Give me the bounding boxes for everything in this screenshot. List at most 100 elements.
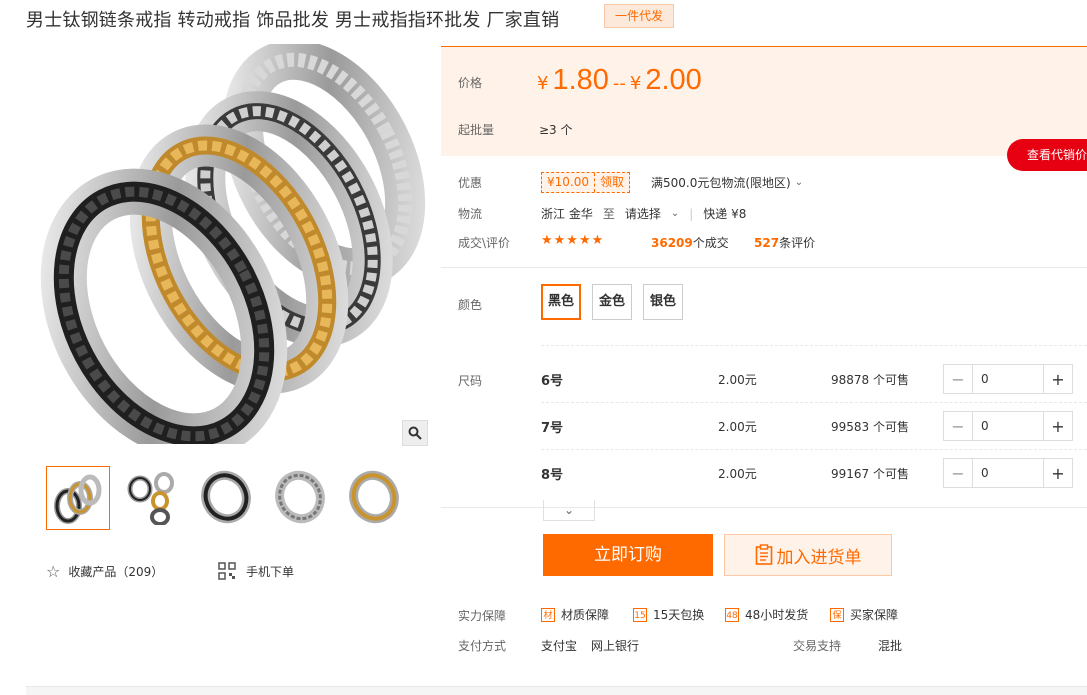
- logistics-label: 物流: [458, 207, 483, 221]
- moq-value: ≥3 个: [539, 123, 573, 137]
- coupon-claim[interactable]: 领取: [594, 173, 629, 192]
- size-stock-8: 99167 个可售: [831, 467, 909, 481]
- ship-to-word: 至: [602, 207, 615, 221]
- shield-icon: 保: [830, 607, 844, 622]
- reviews-suffix: 条评价: [779, 236, 816, 250]
- section-divider: [441, 267, 1087, 268]
- buy-now-button[interactable]: 立即订购: [543, 534, 713, 576]
- size-stock-7: 99583 个可售: [831, 420, 909, 434]
- size-label: 尺码: [458, 374, 483, 388]
- section-divider: [541, 345, 1087, 346]
- thumbnail-4[interactable]: [268, 466, 332, 528]
- chevron-down-icon: ⌄: [670, 208, 680, 219]
- plus-icon[interactable]: +: [1043, 412, 1072, 440]
- color-option-silver[interactable]: 银色: [643, 284, 683, 320]
- ship-to-select[interactable]: 请选择 ⌄: [625, 205, 679, 222]
- shipping-offer-text: 满500.0元包物流(限地区): [651, 176, 791, 190]
- moq-label: 起批量: [458, 123, 495, 137]
- guarantee-shipping-text: 48小时发货: [745, 608, 809, 622]
- guarantee-label: 实力保障: [458, 609, 507, 623]
- size-stock-6: 98878 个可售: [831, 373, 909, 387]
- price-panel: [441, 46, 1087, 156]
- coupon-badge[interactable]: ¥10.00 领取: [541, 172, 631, 193]
- color-option-gold[interactable]: 金色: [592, 284, 632, 320]
- color-label: 颜色: [458, 298, 483, 312]
- section-divider: [441, 507, 1087, 508]
- guarantee-material-text: 材质保障: [561, 608, 610, 622]
- thumbnail-2[interactable]: [120, 466, 184, 528]
- zoom-icon: [408, 426, 422, 440]
- quantity-input-6[interactable]: 0: [973, 365, 1043, 393]
- chevron-down-icon: ⌄: [794, 177, 804, 188]
- favorite-label: 收藏产品（209）: [68, 565, 164, 579]
- express-fee: 快递 ¥8: [703, 207, 747, 221]
- size-name-7: 7号: [541, 421, 564, 436]
- quantity-input-8[interactable]: 0: [973, 459, 1043, 487]
- ship-to-select-label: 请选择: [624, 207, 661, 221]
- payment-label: 支付方式: [458, 639, 507, 653]
- size-price-6: 2.00元: [718, 373, 757, 387]
- add-to-cart-button[interactable]: 加入进货单: [724, 534, 892, 576]
- size-name-6: 6号: [541, 374, 564, 389]
- payment-alipay: 支付宝: [541, 639, 578, 653]
- divider: |: [689, 206, 694, 221]
- logistics-row: 浙江 金华 至 请选择 ⌄ | 快递 ¥8: [541, 205, 746, 222]
- plus-icon[interactable]: +: [1043, 459, 1072, 487]
- price-range: ¥ 1.80 -- ¥ 2.00: [537, 64, 702, 97]
- mobile-order[interactable]: 手机下单: [218, 562, 294, 580]
- trade-support-label: 交易支持: [793, 639, 842, 653]
- exchange-icon: 15: [633, 607, 647, 622]
- dropship-tag[interactable]: 一件代发: [604, 4, 675, 28]
- size-price-8: 2.00元: [718, 467, 757, 481]
- guarantee-exchange-text: 15天包换: [653, 608, 705, 622]
- thumbnail-1[interactable]: [46, 466, 110, 530]
- promo-label: 优惠: [458, 176, 483, 190]
- cart-list-icon: [755, 544, 772, 565]
- deals-label: 成交\评价: [458, 236, 511, 250]
- orders-count-row[interactable]: 36209个成交: [651, 234, 729, 251]
- shipping-icon: 48: [725, 607, 739, 622]
- rating-stars: ★★★★★: [541, 233, 605, 248]
- add-to-cart-label: 加入进货单: [776, 547, 862, 568]
- guarantee-buyer[interactable]: 保 买家保障: [830, 606, 898, 623]
- price-separator: --: [612, 73, 626, 94]
- payment-online-bank: 网上银行: [591, 639, 640, 653]
- minus-icon[interactable]: −: [944, 459, 973, 487]
- view-agent-price-button[interactable]: 查看代销价: [1007, 139, 1087, 171]
- mobile-order-label: 手机下单: [246, 564, 295, 579]
- orders-suffix: 个成交: [692, 236, 729, 250]
- thumbnail-3[interactable]: [194, 466, 258, 528]
- guarantee-shipping[interactable]: 48 48小时发货: [725, 606, 808, 623]
- qr-icon: [218, 562, 236, 580]
- guarantee-exchange[interactable]: 15 15天包换: [633, 606, 704, 623]
- minus-icon[interactable]: −: [944, 365, 973, 393]
- zoom-button[interactable]: [402, 420, 428, 446]
- reviews-count: 527: [754, 236, 780, 250]
- color-option-black[interactable]: 黑色: [541, 284, 581, 320]
- row-divider: [541, 449, 1087, 450]
- guarantee-material[interactable]: 材 材质保障: [541, 606, 609, 623]
- reviews-count-row[interactable]: 527条评价: [754, 234, 815, 251]
- favorite-product[interactable]: ☆ 收藏产品（209）: [46, 562, 163, 581]
- coupon-amount: ¥10.00: [547, 175, 589, 189]
- quantity-stepper-6[interactable]: − 0 +: [943, 364, 1073, 394]
- size-price-7: 2.00元: [718, 420, 757, 434]
- shipping-offer[interactable]: 满500.0元包物流(限地区) ⌄: [651, 174, 803, 191]
- orders-count: 36209: [651, 236, 693, 250]
- main-product-image[interactable]: [24, 44, 434, 444]
- quantity-stepper-8[interactable]: − 0 +: [943, 458, 1073, 488]
- price-low: 1.80: [552, 64, 609, 96]
- quantity-stepper-7[interactable]: − 0 +: [943, 411, 1073, 441]
- guarantee-buyer-text: 买家保障: [850, 608, 899, 622]
- size-name-8: 8号: [541, 468, 564, 483]
- plus-icon[interactable]: +: [1043, 365, 1072, 393]
- quantity-input-7[interactable]: 0: [973, 412, 1043, 440]
- product-title: 男士钛钢链条戒指 转动戒指 饰品批发 男士戒指指环批发 厂家直销: [26, 10, 560, 31]
- expand-sizes-button[interactable]: ⌄: [543, 500, 595, 521]
- thumbnail-5[interactable]: [342, 466, 406, 528]
- row-divider: [541, 402, 1087, 403]
- ship-from: 浙江 金华: [541, 207, 593, 221]
- chevron-down-icon: ⌄: [563, 503, 575, 517]
- minus-icon[interactable]: −: [944, 412, 973, 440]
- yen-symbol-low: ¥: [537, 73, 549, 94]
